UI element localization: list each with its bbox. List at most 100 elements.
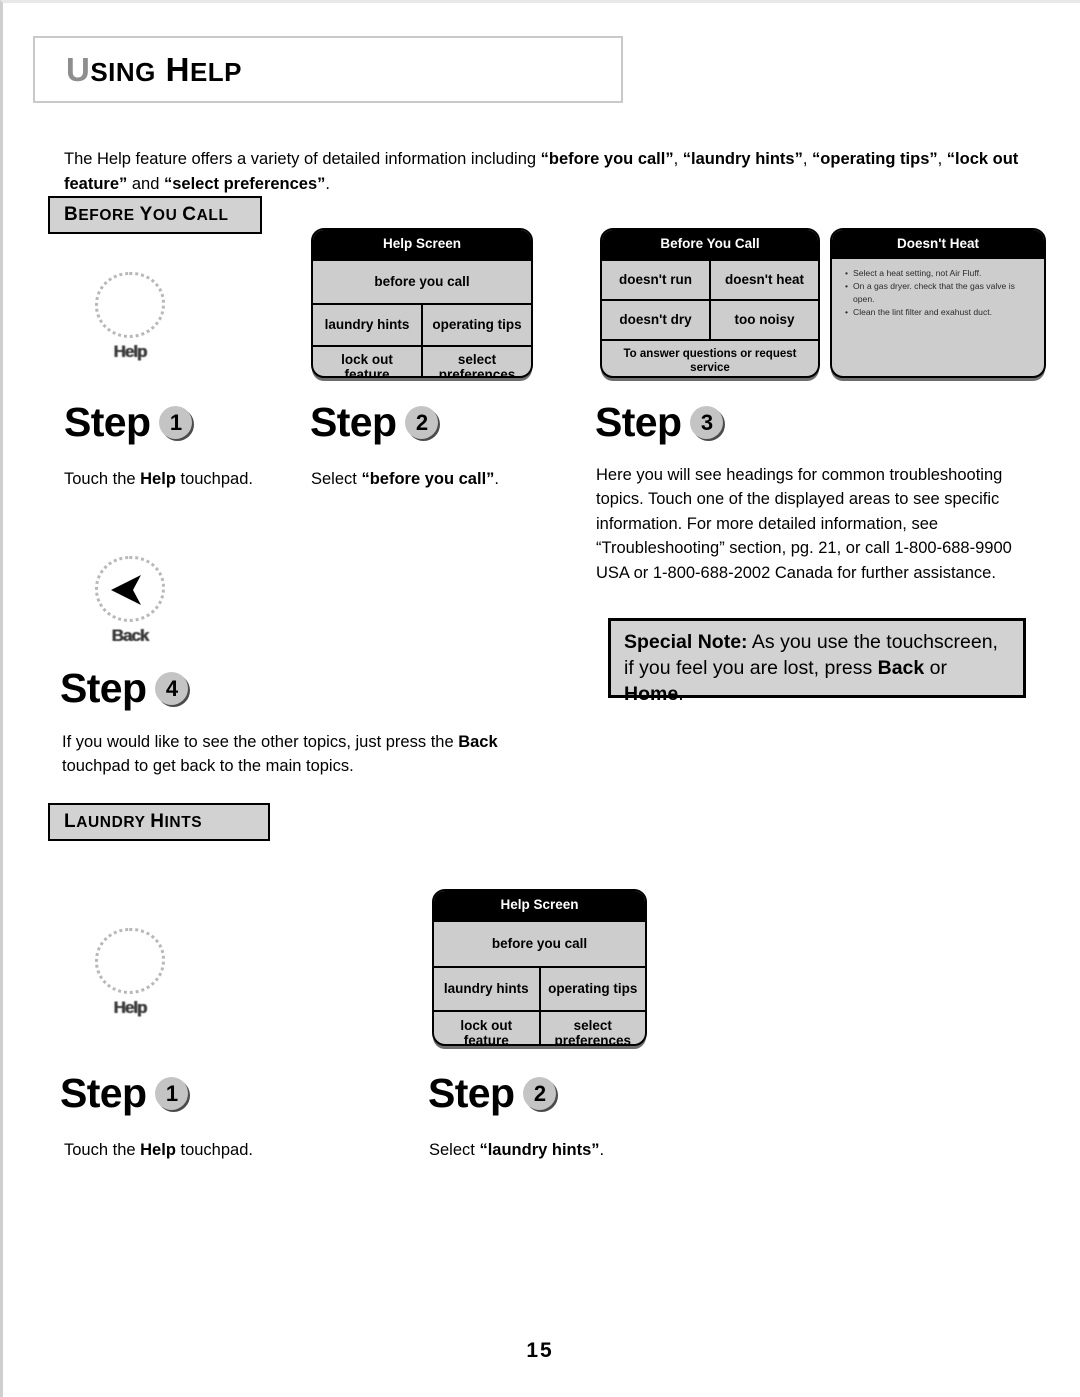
step-number-value: 2 [533,1080,547,1106]
step2b-bold: “laundry hints” [479,1140,600,1159]
step-word: Step [595,399,682,445]
screen-row-lockout-prefs: lock out feature select preferences [434,1009,646,1046]
bycall-rest-efore: EFORE [78,207,140,224]
help-touchpad-ring-icon [95,272,165,338]
bullet-dot-icon: • [844,307,848,317]
screen-row-before-you-call: before you call [313,258,531,303]
intro-sep-1: , [673,149,683,168]
step-heading-2-laundry-hints: Step 2 [428,1070,557,1116]
screen-button-doesnt-run[interactable]: doesn't run [602,261,709,299]
step-number-value: 1 [169,409,183,435]
step-number-badge: 3 [690,406,724,439]
hints-rest-ints: INTS [164,814,203,831]
screen-button-operating-tips[interactable]: operating tips [421,304,531,345]
bycall-rest-ou: OU [152,207,183,224]
screen-button-lock-out-feature[interactable]: lock out feature [434,1012,539,1046]
page-title-initial2: H [165,51,190,88]
screen-button-doesnt-dry[interactable]: doesn't dry [602,301,709,339]
step-number-badge: 1 [155,1077,189,1110]
step-heading-2-before-you-call: Step 2 [310,399,439,445]
step-number-value: 1 [165,1080,179,1106]
select-prefs-line1: select [457,351,497,367]
special-note-home: Home [624,683,679,705]
step-number-badge: 1 [159,406,193,439]
select-prefs-line2: preferences [554,1032,632,1046]
touchscreen-help-screen-2: Help Screen before you call laundry hint… [432,889,647,1046]
intro-paragraph: The Help feature offers a variety of det… [64,147,1024,197]
step-heading-1-laundry-hints: Step 1 [60,1073,189,1114]
screen-title-help-screen-2: Help Screen [434,891,645,920]
screen-title-help-screen-1: Help Screen [313,230,531,259]
screen-button-select-preferences[interactable]: select preferences [421,346,531,378]
step-body-2-before-you-call: Select “before you call”. [311,467,571,492]
step-number-value: 4 [165,675,179,701]
intro-sep-4: and [127,174,164,193]
screen-button-doesnt-heat[interactable]: doesn't heat [709,260,818,299]
list-item: • Select a heat setting, not Air Fluff. [840,267,1038,280]
lock-out-line1: lock out [460,1017,513,1033]
screen-row-run-heat: doesn't run doesn't heat [602,258,818,299]
intro-term-operating-tips: “operating tips” [812,149,938,168]
special-note-back: Back [877,657,925,679]
screen-footer-priorityone: To answer questions or request service c… [602,338,818,377]
touchscreen-help-screen-1: Help Screen before you call laundry hint… [311,228,533,378]
hints-cap-h: H [150,811,165,832]
page-number: 15 [526,1339,554,1362]
chapter-title-box: USING HELP [33,36,623,103]
lock-out-line2: feature [344,366,390,378]
step1a-pre: Touch the [64,469,141,488]
section-header-before-you-call-label: BEFORE YOU CALL [64,204,229,226]
step1a-bold: Help [140,469,176,488]
touchscreen-before-you-call: Before You Call doesn't run doesn't heat… [600,228,820,378]
lock-out-line2: feature [463,1032,509,1046]
special-note-mid: or [924,657,948,679]
select-prefs-line1: select [573,1017,612,1033]
step-number-badge: 2 [523,1077,557,1110]
step-word: Step [60,665,147,711]
help-touchpad-ring-icon [95,928,165,994]
step2b-post: . [599,1140,605,1159]
screen-button-operating-tips[interactable]: operating tips [538,967,646,1010]
section-header-laundry-hints: LAUNDRY HINTS [48,803,270,841]
screen-button-laundry-hints[interactable]: laundry hints [313,305,421,345]
screen-button-select-preferences[interactable]: select preferences [538,1011,646,1046]
step-word: Step [64,399,151,445]
screen-button-laundry-hints[interactable]: laundry hints [434,968,539,1010]
step-word: Step [428,1070,515,1116]
step-body-3-before-you-call: Here you will see headings for common tr… [596,465,1012,582]
back-touchpad-label: Back [111,626,150,645]
screen-button-too-noisy[interactable]: too noisy [709,300,818,339]
help-touchpad-label-1: Help [113,342,148,361]
step1b-post: touchpad. [175,1140,253,1159]
priorityone-line2: call PriorityOne at 1-888-462-9824 [606,375,814,377]
screen-row-lockout-prefs: lock out feature select preferences [313,344,531,378]
screen-button-lock-out-feature[interactable]: lock out feature [313,347,421,378]
intro-term-select-preferences: “select preferences” [163,174,326,193]
list-item: • Clean the lint filter and exahust duct… [840,306,1038,319]
step4-post: touchpad to get back to the main topics. [62,757,354,775]
step-heading-4-before-you-call: Step 4 [60,665,189,711]
bycall-cap-b: B [64,204,79,225]
select-prefs-line2: preferences [438,366,516,378]
section-header-before-you-call: BEFORE YOU CALL [48,196,262,234]
screen-button-before-you-call[interactable]: before you call [434,922,645,966]
step-word: Step [310,399,397,445]
priorityone-line1: To answer questions or request service [623,347,797,374]
help-touchpad-illustration-1: Help [82,272,178,362]
screen-row-hints-tips: laundry hints operating tips [313,302,531,345]
hints-cap-l: L [64,811,77,832]
intro-sep-3: , [937,149,947,168]
step1b-bold: Help [140,1140,176,1159]
intro-sep-5: . [325,174,331,193]
doesnt-heat-bullet-list: • Select a heat setting, not Air Fluff. … [832,259,1044,324]
screen-button-before-you-call[interactable]: before you call [313,261,531,303]
screen-title-doesnt-heat: Doesn't Heat [832,230,1044,259]
step-number-badge: 2 [405,406,439,439]
doesnt-heat-bullet-2: On a gas dryer. check that the gas valve… [853,281,1015,304]
step2a-bold: “before you call” [361,469,495,488]
step-body-1-laundry-hints: Touch the Help touchpad. [64,1138,324,1163]
step1a-post: touchpad. [175,469,253,488]
intro-term-laundry-hints: “laundry hints” [682,149,803,168]
touchscreen-doesnt-heat: Doesn't Heat • Select a heat setting, no… [830,228,1046,378]
special-note-label: Special Note: [624,631,748,653]
